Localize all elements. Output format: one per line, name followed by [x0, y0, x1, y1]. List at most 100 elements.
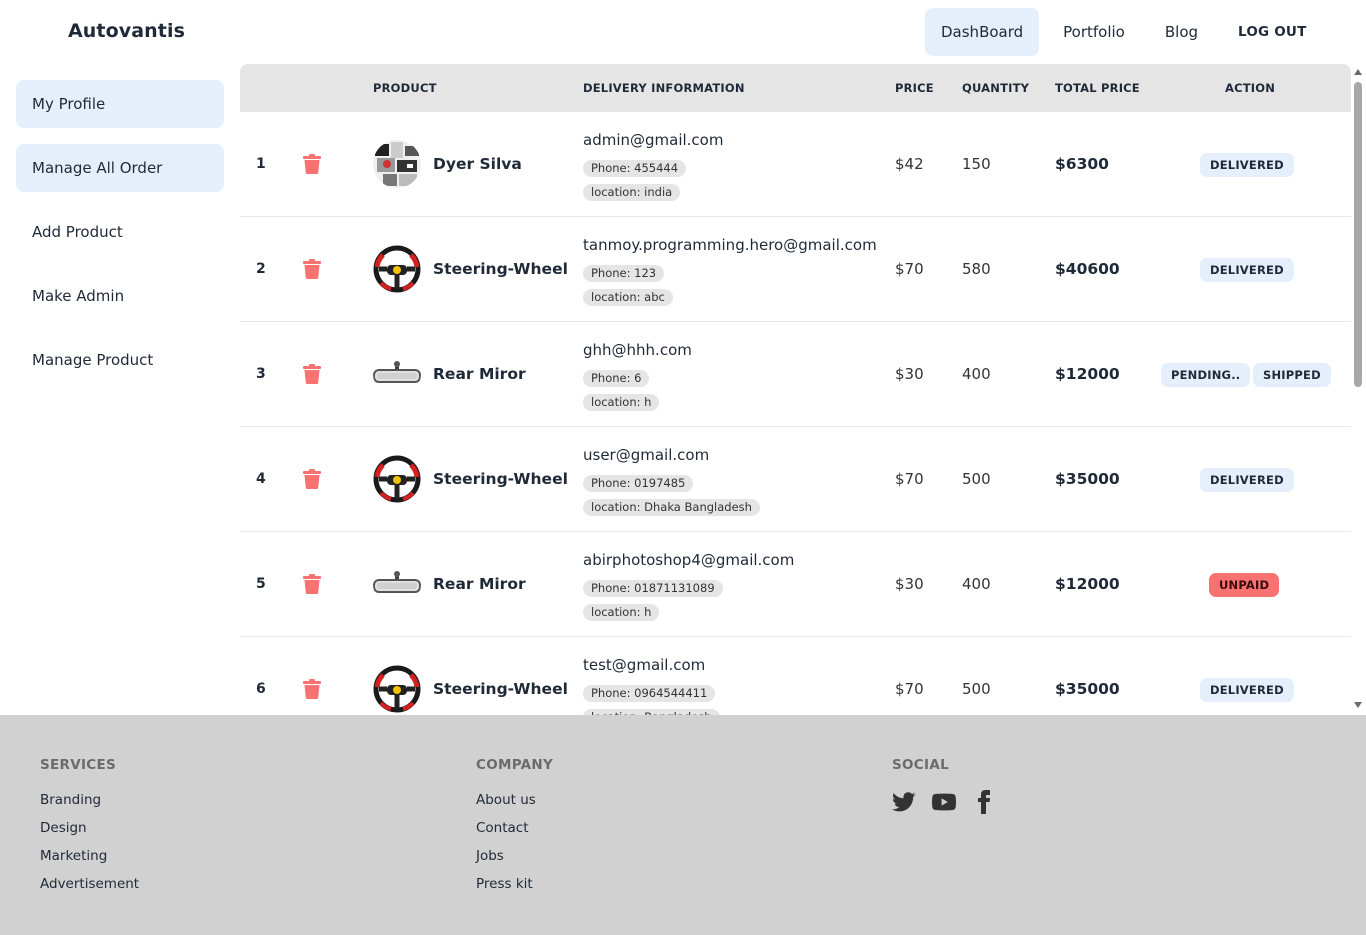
header-action: ACTION [1225, 81, 1276, 95]
phone-pill: Phone: 123 [583, 265, 665, 282]
table-body: 1 Dyer Silva admin@gmail.com Phone: 455444 l… [240, 112, 1351, 715]
scroll-up-arrow-icon[interactable] [1354, 69, 1362, 75]
facebook-icon[interactable] [972, 790, 996, 814]
product-name: Rear Miror [433, 365, 526, 383]
footer-services: SERVICES Branding Design Marketing Adver… [40, 757, 139, 904]
trash-icon[interactable] [303, 574, 321, 594]
customer-email: test@gmail.com [583, 656, 706, 674]
sidebar-item-my-profile[interactable]: My Profile [16, 80, 224, 128]
pending-button[interactable]: PENDING.. [1161, 363, 1251, 387]
unit-price: $30 [895, 575, 924, 593]
quantity: 400 [962, 575, 991, 593]
phone-pill: Phone: 01871131089 [583, 580, 723, 597]
product-image [373, 350, 421, 398]
customer-email: admin@gmail.com [583, 131, 724, 149]
sidebar-item-manage-product[interactable]: Manage Product [16, 336, 224, 384]
phone-pill: Phone: 455444 [583, 160, 687, 177]
delivered-badge[interactable]: DELIVERED [1200, 678, 1294, 702]
brand-logo[interactable]: Autovantis [68, 20, 185, 42]
product-name: Rear Miror [433, 575, 526, 593]
phone-pill: Phone: 0197485 [583, 475, 694, 492]
row-index: 5 [256, 576, 266, 592]
product-image [373, 245, 421, 293]
scrollbar[interactable] [1351, 64, 1366, 715]
sidebar-item-manage-all-order[interactable]: Manage All Order [16, 144, 224, 192]
quantity: 500 [962, 470, 991, 488]
nav-dashboard[interactable]: DashBoard [925, 8, 1040, 56]
total-price: $12000 [1055, 575, 1120, 593]
quantity: 400 [962, 365, 991, 383]
table-row: 6 Steering-Wheel test@gmail.com Phone: 0964… [240, 637, 1351, 715]
footer-link-design[interactable]: Design [40, 820, 139, 837]
location-pill: location: h [583, 394, 660, 411]
unit-price: $70 [895, 260, 924, 278]
customer-email: abirphotoshop4@gmail.com [583, 551, 795, 569]
unpaid-badge[interactable]: UNPAID [1209, 573, 1280, 597]
delivered-badge[interactable]: DELIVERED [1200, 153, 1294, 177]
trash-icon[interactable] [303, 154, 321, 174]
top-navbar: Autovantis DashBoard Portfolio Blog LOG … [0, 0, 1366, 64]
total-price: $6300 [1055, 155, 1109, 173]
trash-icon[interactable] [303, 364, 321, 384]
row-index: 4 [256, 471, 266, 487]
product-name: Steering-Wheel [433, 680, 568, 698]
nav-blog[interactable]: Blog [1149, 8, 1214, 56]
quantity: 580 [962, 260, 991, 278]
footer-link-advertisement[interactable]: Advertisement [40, 876, 139, 893]
customer-email: user@gmail.com [583, 446, 710, 464]
customer-email: tanmoy.programming.hero@gmail.com [583, 236, 877, 254]
footer-link-about-us[interactable]: About us [476, 792, 553, 809]
row-index: 1 [256, 156, 266, 172]
quantity: 150 [962, 155, 991, 173]
trash-icon[interactable] [303, 679, 321, 699]
product-image [373, 455, 421, 503]
customer-email: ghh@hhh.com [583, 341, 692, 359]
footer-link-jobs[interactable]: Jobs [476, 848, 553, 865]
trash-icon[interactable] [303, 259, 321, 279]
sidebar-item-add-product[interactable]: Add Product [16, 208, 224, 256]
nav-portfolio[interactable]: Portfolio [1047, 8, 1141, 56]
logout-button[interactable]: LOG OUT [1222, 8, 1322, 56]
footer-link-press-kit[interactable]: Press kit [476, 876, 553, 893]
youtube-icon[interactable] [932, 790, 956, 814]
location-pill: location: abc [583, 289, 673, 306]
footer-link-branding[interactable]: Branding [40, 792, 139, 809]
footer-social: SOCIAL [891, 757, 996, 814]
table-row: 3 Rear Miror ghh@hhh.com Phone: 6 location: … [240, 322, 1351, 427]
footer-link-marketing[interactable]: Marketing [40, 848, 139, 865]
footer-link-contact[interactable]: Contact [476, 820, 553, 837]
total-price: $40600 [1055, 260, 1120, 278]
delivered-badge[interactable]: DELIVERED [1200, 468, 1294, 492]
scrollbar-thumb[interactable] [1354, 82, 1362, 387]
delivered-badge[interactable]: DELIVERED [1200, 258, 1294, 282]
product-image [373, 665, 421, 713]
phone-pill: Phone: 0964544411 [583, 685, 716, 702]
row-index: 6 [256, 681, 266, 697]
shipped-button[interactable]: SHIPPED [1253, 363, 1331, 387]
header-price: PRICE [895, 81, 934, 95]
table-row: 2 Steering-Wheel tanmoy.programming.hero@g… [240, 217, 1351, 322]
total-price: $35000 [1055, 680, 1120, 698]
product-image [373, 140, 421, 188]
header-total-price: TOTAL PRICE [1055, 81, 1140, 95]
total-price: $12000 [1055, 365, 1120, 383]
sidebar-item-make-admin[interactable]: Make Admin [16, 272, 224, 320]
header-quantity: QUANTITY [962, 81, 1030, 95]
footer: SERVICES Branding Design Marketing Adver… [0, 715, 1366, 935]
table-row: 1 Dyer Silva admin@gmail.com Phone: 455444 l… [240, 112, 1351, 217]
trash-icon[interactable] [303, 469, 321, 489]
location-pill: location: india [583, 184, 681, 201]
total-price: $35000 [1055, 470, 1120, 488]
footer-company: COMPANY About us Contact Jobs Press kit [476, 757, 553, 904]
quantity: 500 [962, 680, 991, 698]
unit-price: $70 [895, 680, 924, 698]
header-product: PRODUCT [373, 81, 437, 95]
location-pill: location: h [583, 604, 660, 621]
row-index: 2 [256, 261, 266, 277]
unit-price: $70 [895, 470, 924, 488]
main-nav: DashBoard Portfolio Blog LOG OUT [925, 8, 1330, 56]
footer-company-title: COMPANY [476, 757, 554, 773]
twitter-icon[interactable] [891, 790, 916, 814]
table-row: 5 Rear Miror abirphotoshop4@gmail.com Phone… [240, 532, 1351, 637]
scroll-down-arrow-icon[interactable] [1354, 702, 1362, 708]
